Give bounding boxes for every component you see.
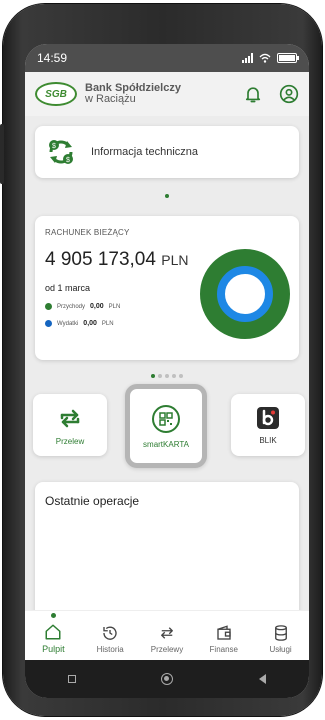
info-pager-dot — [165, 194, 169, 198]
expense-value: 0,00 — [83, 320, 97, 327]
tile-label: BLIK — [259, 435, 277, 445]
balance-value: 4 905 173,04 — [45, 249, 156, 270]
android-nav-bar — [25, 660, 309, 698]
recents-icon[interactable] — [67, 675, 76, 683]
expense-label: Wydatki — [57, 320, 79, 327]
tile-przelew[interactable]: Przelew — [33, 394, 107, 456]
bank-name: Bank Spółdzielczy w Raciążu — [85, 83, 181, 105]
income-label: Przychody — [57, 303, 86, 310]
pager-dot — [172, 374, 176, 378]
account-title: RACHUNEK BIEŻĄCY — [45, 228, 130, 237]
history-icon — [103, 626, 117, 640]
bank-logo: SGB Bank Spółdzielczy w Raciążu — [35, 82, 181, 106]
qr-card-icon — [152, 404, 180, 433]
income-currency: PLN — [108, 303, 121, 310]
nav-item-finanse[interactable]: Finanse — [197, 624, 251, 654]
phone-frame: 14:59 SGB Bank Spółdzielczy w Raciążu $ … — [0, 4, 322, 716]
nav-item-historia[interactable]: Historia — [83, 624, 137, 654]
nav-item-uslugi[interactable]: Usługi — [254, 624, 308, 654]
bottom-nav: Pulpit Historia Przelewy Finanse Usługi — [25, 610, 309, 660]
screen: 14:59 SGB Bank Spółdzielczy w Raciążu $ … — [25, 44, 309, 698]
pager-dot — [165, 374, 169, 378]
database-icon — [274, 625, 287, 641]
tile-label: Przelew — [55, 436, 85, 446]
info-card[interactable]: $ $ Informacja techniczna — [35, 126, 299, 178]
bell-icon[interactable] — [243, 84, 263, 104]
nav-label: Finanse — [209, 645, 239, 654]
svg-text:$: $ — [66, 157, 70, 164]
nav-label: Historia — [96, 645, 124, 654]
nav-label: Przelewy — [150, 645, 184, 654]
info-card-text: Informacja techniczna — [91, 146, 198, 158]
pager-dot — [179, 374, 183, 378]
income-value: 0,00 — [90, 303, 104, 310]
logo-badge: SGB — [35, 82, 77, 106]
nav-item-przelewy[interactable]: Przelewy — [140, 624, 194, 654]
svg-text:$: $ — [52, 143, 56, 150]
home-button-icon[interactable] — [161, 673, 174, 685]
wallet-icon — [217, 625, 231, 640]
expense-dot — [45, 320, 52, 327]
nav-label: Usługi — [269, 645, 292, 654]
account-card[interactable]: RACHUNEK BIEŻĄCY 4 905 173,04 PLN od 1 m… — [35, 216, 299, 360]
expense-currency: PLN — [101, 320, 114, 327]
recent-operations-title: Ostatnie operacje — [45, 494, 140, 508]
status-icons — [242, 53, 299, 63]
account-pager — [25, 374, 309, 378]
recent-operations-card: Ostatnie operacje — [35, 482, 299, 622]
home-icon — [45, 624, 61, 640]
tile-blik[interactable]: BLIK — [231, 394, 305, 456]
header-icons — [243, 84, 299, 104]
blik-icon — [257, 406, 279, 429]
pager-dot — [151, 374, 155, 378]
status-bar: 14:59 — [25, 44, 309, 72]
app-header: SGB Bank Spółdzielczy w Raciążu — [25, 72, 309, 116]
balance-currency: PLN — [161, 252, 189, 268]
bank-name-line2: w Raciążu — [85, 93, 136, 105]
back-icon[interactable] — [259, 674, 267, 684]
nav-item-pulpit[interactable]: Pulpit — [26, 613, 80, 654]
account-icon[interactable] — [279, 84, 299, 104]
sync-dollar-icon: $ $ — [49, 140, 73, 164]
nav-label: Pulpit — [42, 644, 65, 654]
status-time: 14:59 — [37, 51, 68, 65]
transfer-arrows-icon — [60, 409, 80, 427]
donut-hole — [226, 275, 264, 313]
income-dot — [45, 303, 52, 310]
tile-smartkarta[interactable]: smartKARTA — [125, 384, 207, 468]
wifi-icon — [259, 53, 271, 63]
signal-icon — [242, 53, 253, 63]
transfers-icon — [161, 627, 173, 639]
tile-label: smartKARTA — [143, 439, 189, 449]
battery-icon — [277, 53, 299, 63]
balance-donut-chart — [200, 249, 290, 339]
pager-dot — [158, 374, 162, 378]
